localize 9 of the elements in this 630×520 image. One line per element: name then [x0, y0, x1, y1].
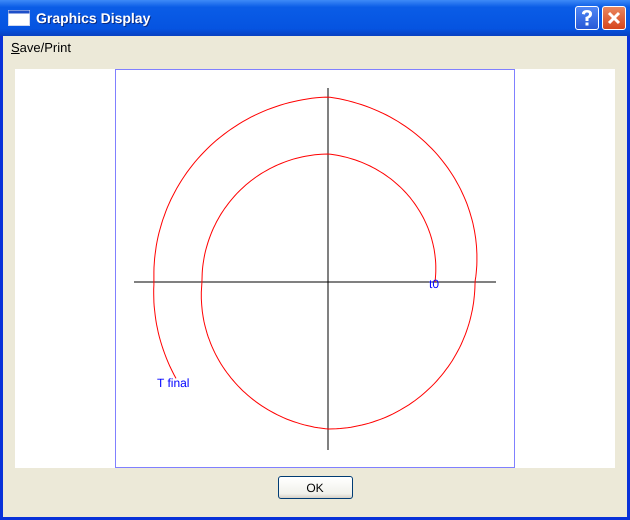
menu-item[interactable]: Save/Print — [11, 40, 71, 55]
window-title: Graphics Display — [36, 10, 152, 26]
close-button[interactable] — [602, 6, 626, 30]
help-button[interactable] — [575, 6, 599, 30]
help-icon — [580, 9, 594, 27]
end-label: T final — [157, 376, 190, 390]
ok-button[interactable]: OK — [278, 476, 352, 499]
window-icon — [8, 10, 30, 26]
close-icon — [607, 11, 621, 25]
